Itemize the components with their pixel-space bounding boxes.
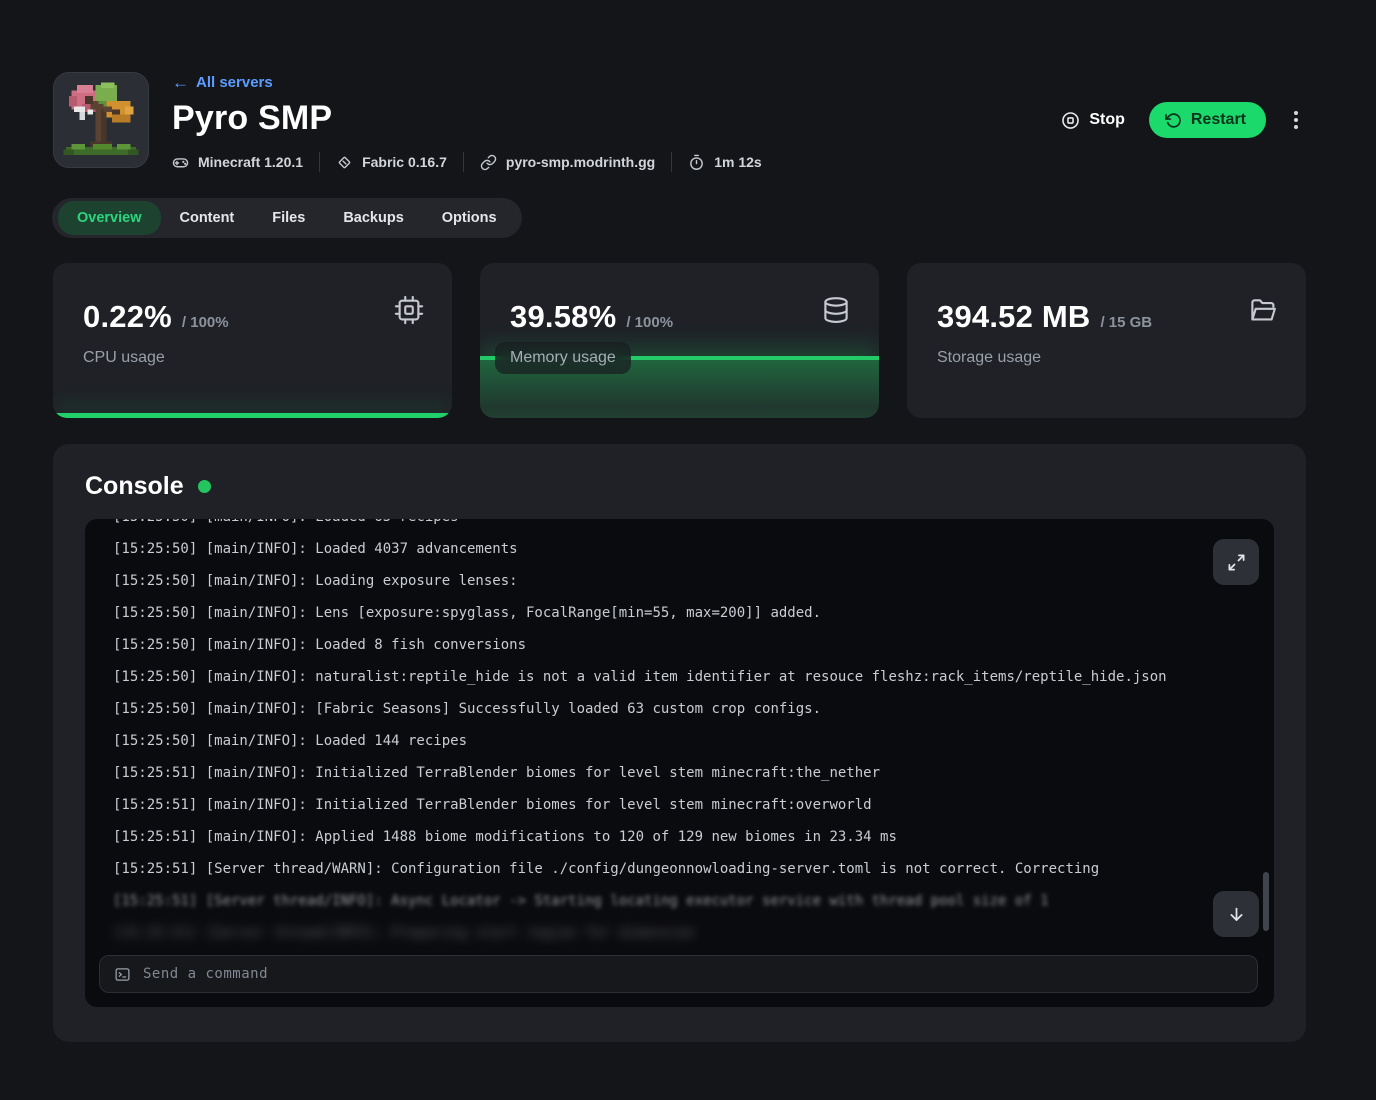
console-title: Console <box>85 472 184 501</box>
gamepad-icon <box>172 154 189 171</box>
tab-options[interactable]: Options <box>423 201 516 235</box>
memory-usage-limit: / 100% <box>626 314 673 331</box>
console-header: Console <box>85 472 1274 501</box>
cpu-icon <box>394 295 424 330</box>
uptime-icon <box>688 154 705 171</box>
cpu-usage-card: 0.22% / 100% CPU usage <box>53 263 452 418</box>
expand-icon <box>1227 553 1246 572</box>
command-input[interactable] <box>143 966 1243 982</box>
memory-usage-card: 39.58% / 100% Memory usage <box>480 263 879 418</box>
stop-icon <box>1061 111 1080 130</box>
storage-usage-value: 394.52 MB <box>937 299 1090 335</box>
log-line: [15:25:50] [main/INFO]: Loading exposure… <box>113 565 1248 597</box>
cpu-usage-value: 0.22% <box>83 299 172 335</box>
meta-server-address: pyro-smp.modrinth.gg <box>480 154 655 171</box>
storage-usage-label: Storage usage <box>937 349 1041 367</box>
meta-label: Fabric 0.16.7 <box>362 154 447 170</box>
cpu-usage-bar <box>53 413 452 418</box>
console-log[interactable]: [15:25:50] [main/INFO]: Loaded 65 recipe… <box>85 519 1274 946</box>
tab-overview[interactable]: Overview <box>58 201 161 235</box>
log-line: [15:25:50] [main/INFO]: Loaded 65 recipe… <box>113 519 1248 533</box>
server-dashboard-page: ← All servers Pyro SMP Minecraft 1.20.1 <box>0 0 1376 1100</box>
online-status-dot <box>198 480 211 493</box>
more-options-button[interactable] <box>1286 107 1306 133</box>
log-line: [15:25:51] [Server thread/INFO]: Async L… <box>113 885 1248 917</box>
log-line: [15:25:50] [main/INFO]: Loaded 8 fish co… <box>113 629 1248 661</box>
back-link-label: All servers <box>196 74 273 91</box>
restart-icon <box>1165 112 1182 129</box>
seasons-tree-icon <box>58 77 144 163</box>
server-actions: Stop Restart <box>1057 72 1306 138</box>
kebab-icon <box>1294 111 1298 115</box>
divider <box>671 152 672 172</box>
fullscreen-console-button[interactable] <box>1213 539 1259 585</box>
back-to-all-servers-link[interactable]: ← All servers <box>172 74 273 91</box>
server-header: ← All servers Pyro SMP Minecraft 1.20.1 <box>53 72 1306 172</box>
log-line: [15:25:51] [main/INFO]: Initialized Terr… <box>113 757 1248 789</box>
server-header-text: ← All servers Pyro SMP Minecraft 1.20.1 <box>172 72 762 172</box>
tab-content[interactable]: Content <box>161 201 254 235</box>
restart-button[interactable]: Restart <box>1149 102 1266 138</box>
storage-usage-card: 394.52 MB / 15 GB Storage usage <box>907 263 1306 418</box>
log-line: [15:25:50] [main/INFO]: Loaded 144 recip… <box>113 725 1248 757</box>
server-logo <box>53 72 149 168</box>
log-line: [15:25:50] [main/INFO]: Loaded 4037 adva… <box>113 533 1248 565</box>
log-line: [15:25:50] [main/INFO]: naturalist:repti… <box>113 661 1248 693</box>
stop-button-label: Stop <box>1089 111 1125 129</box>
cpu-usage-label: CPU usage <box>83 349 165 367</box>
scroll-to-bottom-button[interactable] <box>1213 891 1259 937</box>
log-line: [15:25:51] [main/INFO]: Applied 1488 bio… <box>113 821 1248 853</box>
memory-icon <box>821 295 851 330</box>
divider <box>319 152 320 172</box>
log-line: [15:25:51] [Server thread/WARN]: Configu… <box>113 853 1248 885</box>
server-meta-row: Minecraft 1.20.1 Fabric 0.16.7 <box>172 152 762 172</box>
link-icon <box>480 154 497 171</box>
tab-backups[interactable]: Backups <box>324 201 422 235</box>
divider <box>463 152 464 172</box>
console-scrollbar-thumb[interactable] <box>1263 872 1269 931</box>
meta-label: Minecraft 1.20.1 <box>198 154 303 170</box>
log-line: [15:25:50] [main/INFO]: [Fabric Seasons]… <box>113 693 1248 725</box>
meta-label: pyro-smp.modrinth.gg <box>506 154 655 170</box>
console-terminal[interactable]: [15:25:50] [main/INFO]: Loaded 65 recipe… <box>85 519 1274 1007</box>
log-line: [15:25:51] [main/INFO]: Initialized Terr… <box>113 789 1248 821</box>
tab-files[interactable]: Files <box>253 201 324 235</box>
loader-icon <box>336 154 353 171</box>
log-line: [15:25:50] [main/INFO]: Lens [exposure:s… <box>113 597 1248 629</box>
meta-loader: Fabric 0.16.7 <box>336 154 447 171</box>
arrow-down-icon <box>1227 905 1246 924</box>
console-card: Console [15:25:50] [main/INFO]: Loaded 6… <box>53 444 1306 1042</box>
folder-icon <box>1248 295 1278 330</box>
memory-usage-label: Memory usage <box>495 342 631 374</box>
stats-row: 0.22% / 100% CPU usage 39.58% / 100% M <box>53 263 1306 418</box>
stop-button[interactable]: Stop <box>1057 105 1129 136</box>
terminal-prompt-icon <box>114 966 131 983</box>
memory-usage-value: 39.58% <box>510 299 616 335</box>
restart-button-label: Restart <box>1191 111 1246 129</box>
arrow-left-icon: ← <box>172 74 189 91</box>
cpu-usage-limit: / 100% <box>182 314 229 331</box>
page-title: Pyro SMP <box>172 99 762 138</box>
meta-label: 1m 12s <box>714 154 761 170</box>
meta-game-version: Minecraft 1.20.1 <box>172 154 303 171</box>
storage-usage-limit: / 15 GB <box>1100 314 1152 331</box>
command-input-wrapper[interactable] <box>99 955 1258 993</box>
meta-uptime: 1m 12s <box>688 154 761 171</box>
server-tabs: Overview Content Files Backups Options <box>52 198 522 238</box>
log-line: [15:25:51] [Server thread/INFO]: Prepari… <box>113 917 1248 946</box>
